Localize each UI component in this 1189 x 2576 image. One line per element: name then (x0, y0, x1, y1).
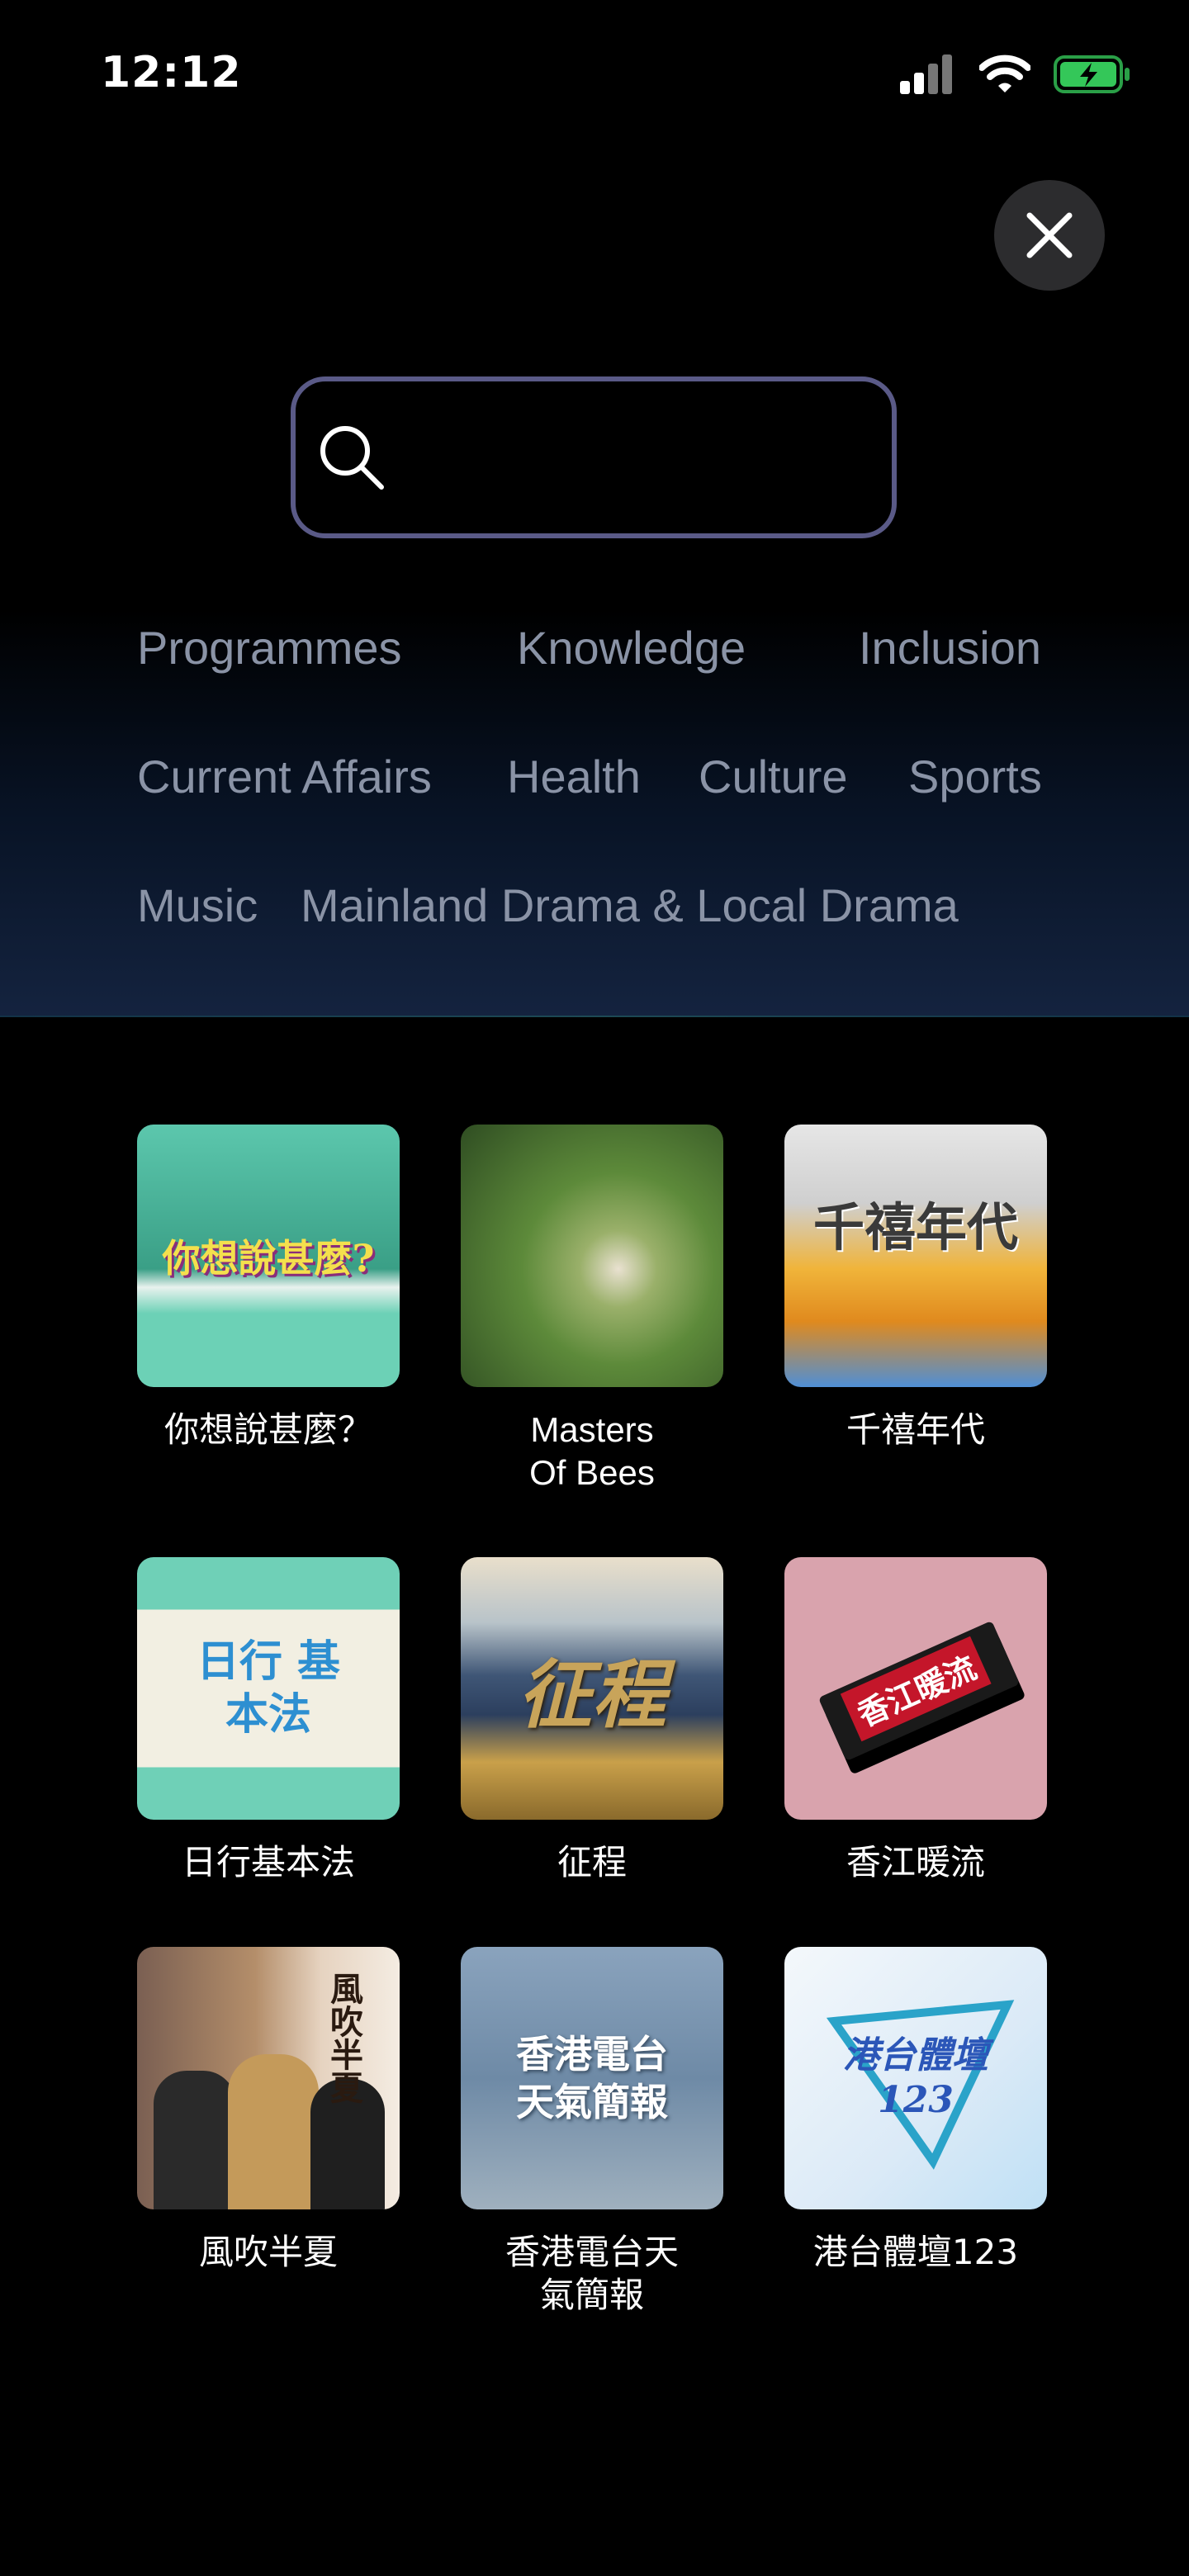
status-time: 12:12 (101, 48, 242, 97)
programme-artwork-text: 港台體壇 123 (843, 2034, 988, 2121)
programme-tile[interactable]: 日行 基本法 日行基本法 (137, 1557, 400, 1884)
programme-thumbnail (461, 1125, 723, 1387)
programme-tile[interactable]: 香港電台 天氣簡報 香港電台天 氣簡報 (461, 1947, 723, 2317)
programme-title: 你想說甚麼？ (163, 1409, 372, 1450)
programme-title: 香江暖流 (846, 1842, 985, 1882)
programme-tile[interactable]: Masters Of Bees (461, 1125, 723, 1494)
programme-tile[interactable]: 香江暖流 香江暖流 (784, 1557, 1047, 1884)
programme-thumbnail: 日行 基本法 (137, 1557, 400, 1820)
search-icon (320, 426, 384, 490)
search-field[interactable] (291, 376, 897, 538)
programme-artwork-text: 香港電台 天氣簡報 (516, 2032, 668, 2124)
programme-title: 港台體壇123 (812, 2232, 1019, 2272)
programme-tile[interactable]: 征程 征程 (461, 1557, 723, 1884)
programme-thumbnail: 你想說甚麼? (137, 1125, 400, 1387)
programme-title: 千禧年代 (846, 1409, 985, 1450)
category-knowledge[interactable]: Knowledge (517, 621, 746, 675)
category-music[interactable]: Music (137, 878, 258, 932)
category-health[interactable]: Health (507, 750, 641, 803)
programme-title: 征程 (557, 1842, 627, 1882)
programme-tile[interactable]: 千禧年代 千禧年代 (784, 1125, 1047, 1451)
panel-divider (0, 1016, 1189, 1017)
programme-title: Masters Of Bees (529, 1410, 655, 1492)
programme-thumbnail: 征程 (461, 1557, 723, 1820)
category-culture[interactable]: Culture (699, 750, 848, 803)
programme-artwork-text: 征程 (518, 1651, 666, 1739)
programme-artwork-text: 香江暖流 (840, 1636, 992, 1741)
programme-thumbnail: 香港電台 天氣簡報 (461, 1947, 723, 2209)
category-inclusion[interactable]: Inclusion (859, 621, 1041, 675)
category-mainland-local-drama[interactable]: Mainland Drama & Local Drama (301, 878, 959, 932)
programme-artwork-text: 你想說甚麼? (162, 1236, 375, 1281)
programme-title: 日行基本法 (181, 1842, 355, 1882)
close-button[interactable] (994, 180, 1105, 291)
programme-thumbnail: 千禧年代 (784, 1125, 1047, 1387)
wifi-icon (978, 54, 1031, 94)
programme-title: 風吹半夏 (198, 2232, 338, 2272)
programme-thumbnail: 風吹半夏 (137, 1947, 400, 2209)
programme-title: 香港電台天 氣簡報 (504, 2232, 679, 2315)
programme-thumbnail: 港台體壇 123 (784, 1947, 1047, 2209)
programme-tile[interactable]: 風吹半夏 風吹半夏 (137, 1947, 400, 2274)
programme-artwork-text: 千禧年代 (812, 1197, 1018, 1257)
cellular-signal-icon (900, 54, 953, 94)
category-current-affairs[interactable]: Current Affairs (137, 750, 432, 803)
programme-artwork-text: 日行 基本法 (196, 1636, 341, 1740)
search-input[interactable] (403, 418, 869, 499)
programme-tile[interactable]: 你想說甚麼? 你想說甚麼？ (137, 1125, 400, 1451)
close-icon (1026, 212, 1073, 258)
battery-charging-icon (1054, 54, 1131, 94)
programme-artwork-text: 風吹半夏 (324, 1972, 363, 2104)
programme-thumbnail: 香江暖流 (784, 1557, 1047, 1820)
category-sports[interactable]: Sports (908, 750, 1042, 803)
programme-tile[interactable]: 港台體壇 123 港台體壇123 (784, 1947, 1047, 2274)
category-programmes[interactable]: Programmes (137, 621, 402, 675)
